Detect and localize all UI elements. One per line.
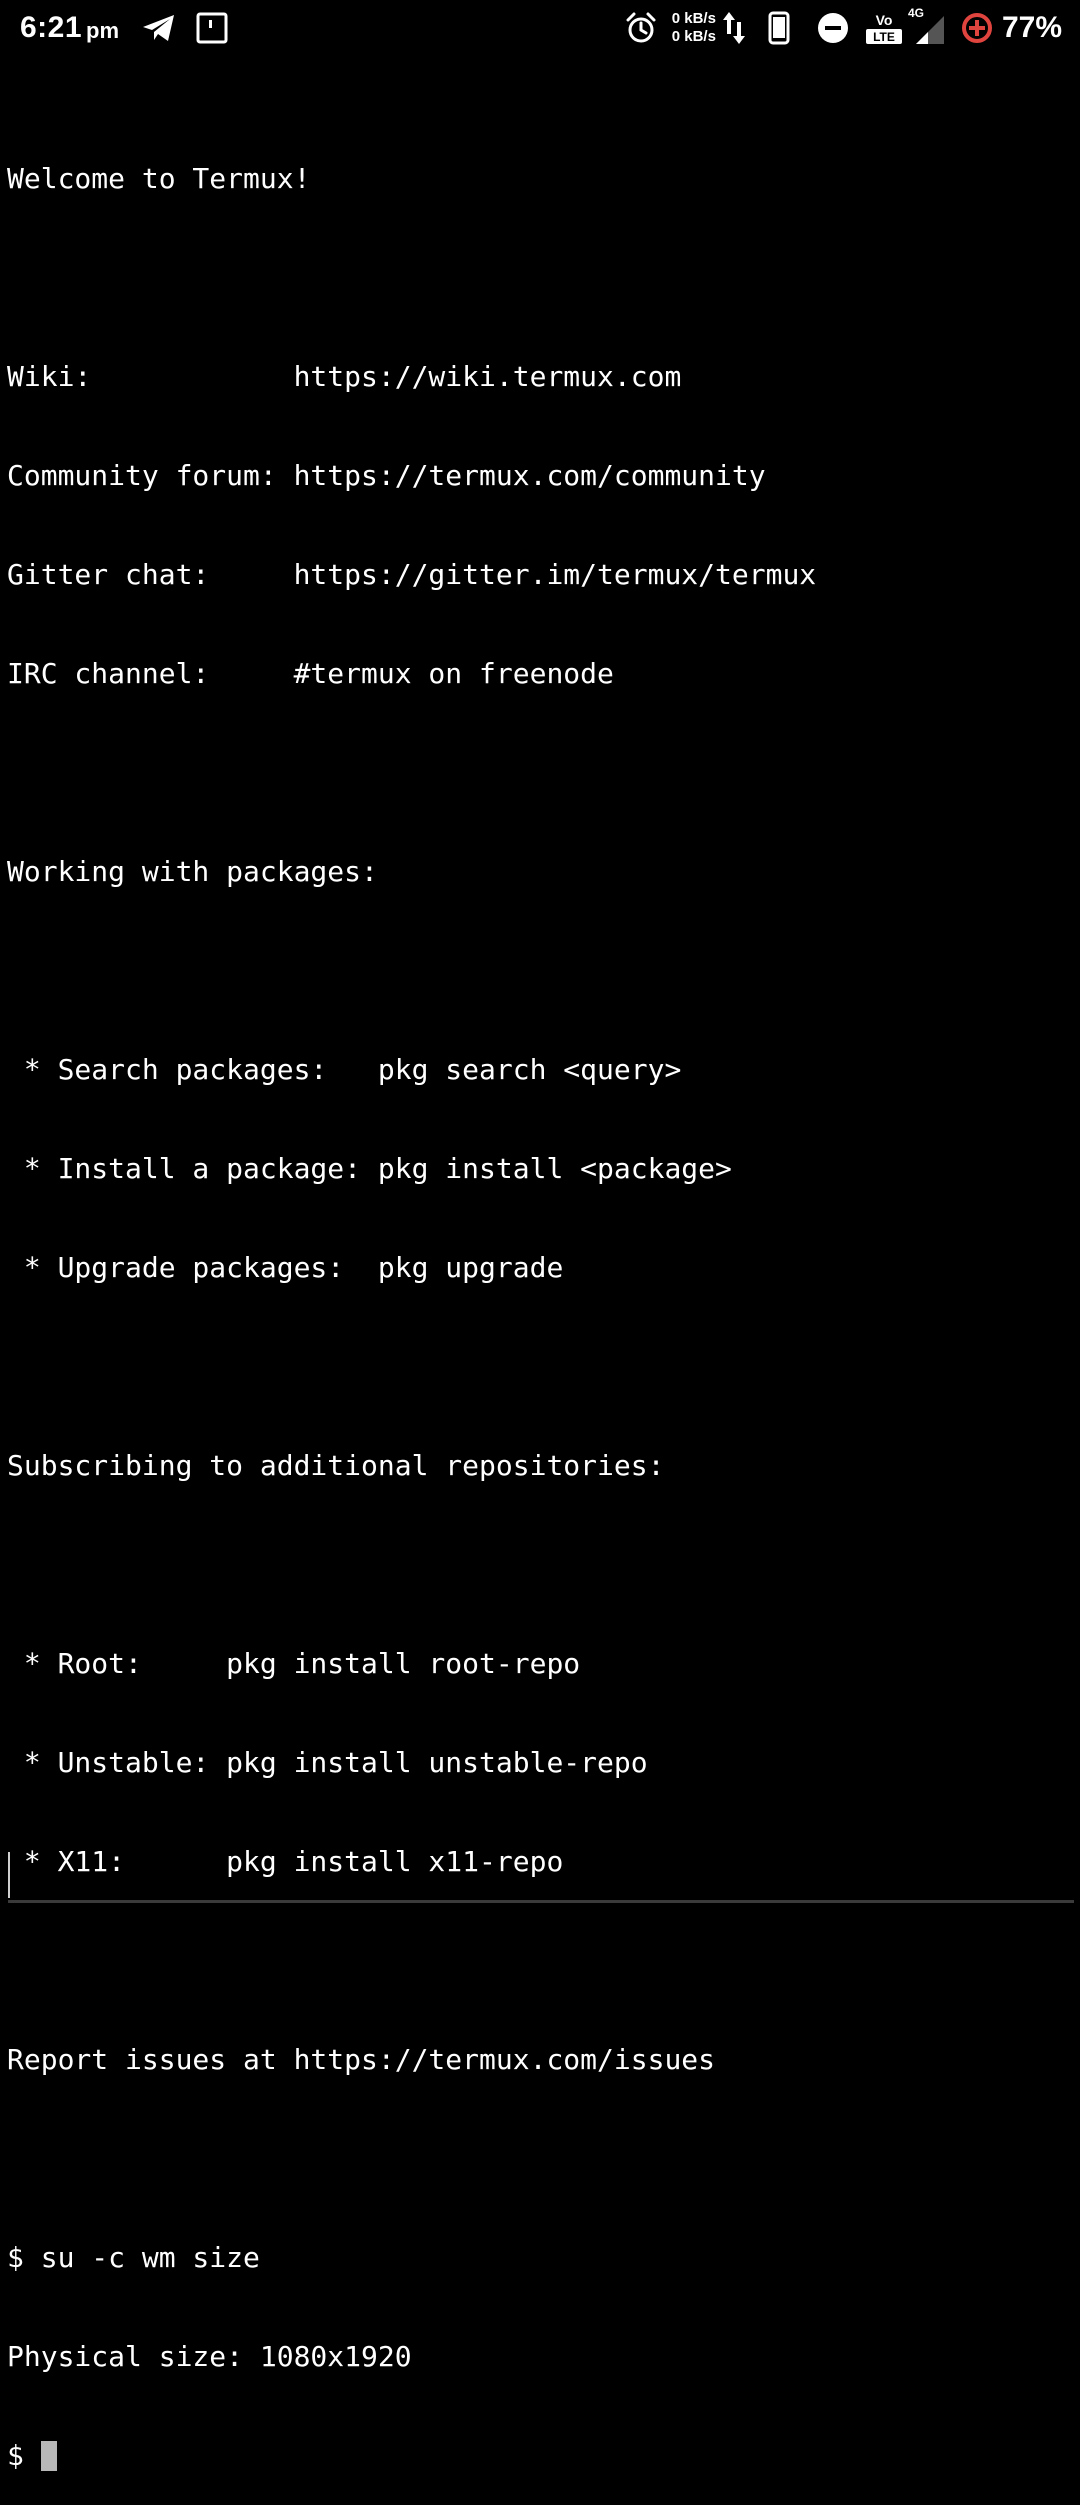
status-bar-left: 6:21 pm [20, 8, 229, 48]
shell-prompt: $ [7, 2439, 41, 2472]
signal-icon: 4G [908, 6, 946, 46]
status-bar: 6:21 pm 0 kB/s 0 kB/s Vo LTE 4G 77% [0, 0, 1080, 56]
terminal-line: Community forum: https://termux.com/comm… [7, 459, 766, 492]
status-bar-right: 0 kB/s 0 kB/s Vo LTE 4G 77% [624, 6, 1062, 50]
terminal-line: * Upgrade packages: pkg upgrade [7, 1251, 564, 1284]
alarm-icon [624, 11, 658, 45]
terminal-cursor [40, 2441, 57, 2471]
clock-time: 6:21 [20, 11, 83, 44]
battery-saver-icon [960, 11, 994, 45]
terminal-line: Gitter chat: https://gitter.im/termux/te… [7, 558, 817, 591]
data-arrows-icon [722, 10, 746, 46]
volte-icon: Vo LTE [864, 10, 904, 46]
battery-percent: 77% [1001, 11, 1062, 44]
terminal-line: Working with packages: [7, 855, 378, 888]
terminal-line: Welcome to Termux! [7, 162, 311, 195]
terminal-line: * Unstable: pkg install unstable-repo [7, 1746, 648, 1779]
phone-icon [768, 11, 790, 45]
terminal-line: Wiki: https://wiki.termux.com [7, 360, 682, 393]
terminal-view[interactable]: Welcome to Termux! Wiki: https://wiki.te… [7, 96, 1073, 2505]
screen-icon [195, 12, 229, 44]
network-type-label: 4G [907, 6, 924, 20]
net-speed: 0 kB/s 0 kB/s [672, 10, 716, 46]
terminal-line: Subscribing to additional repositories: [7, 1449, 665, 1482]
net-speed-down: 0 kB/s [671, 28, 716, 45]
telegram-icon [141, 12, 177, 44]
terminal-line: * Search packages: pkg search <query> [7, 1053, 682, 1086]
volte-top-text: Vo [876, 12, 893, 28]
input-caret [8, 1852, 10, 1898]
prompt-line[interactable]: $ [7, 2439, 1073, 2472]
terminal-line: * Install a package: pkg install <packag… [7, 1152, 732, 1185]
terminal-line: $ su -c wm size [7, 2241, 260, 2274]
volte-bottom-text: LTE [873, 30, 895, 44]
input-underline [8, 1900, 1074, 1903]
text-input-area[interactable] [0, 1852, 1080, 1906]
terminal-line: * Root: pkg install root-repo [7, 1647, 581, 1680]
dnd-icon [816, 11, 850, 45]
clock-ampm: pm [86, 18, 120, 43]
terminal-line: Report issues at https://termux.com/issu… [7, 2043, 716, 2076]
terminal-line: Physical size: 1080x1920 [7, 2340, 412, 2373]
terminal-line: IRC channel: #termux on freenode [7, 657, 614, 690]
net-speed-up: 0 kB/s [671, 10, 716, 27]
